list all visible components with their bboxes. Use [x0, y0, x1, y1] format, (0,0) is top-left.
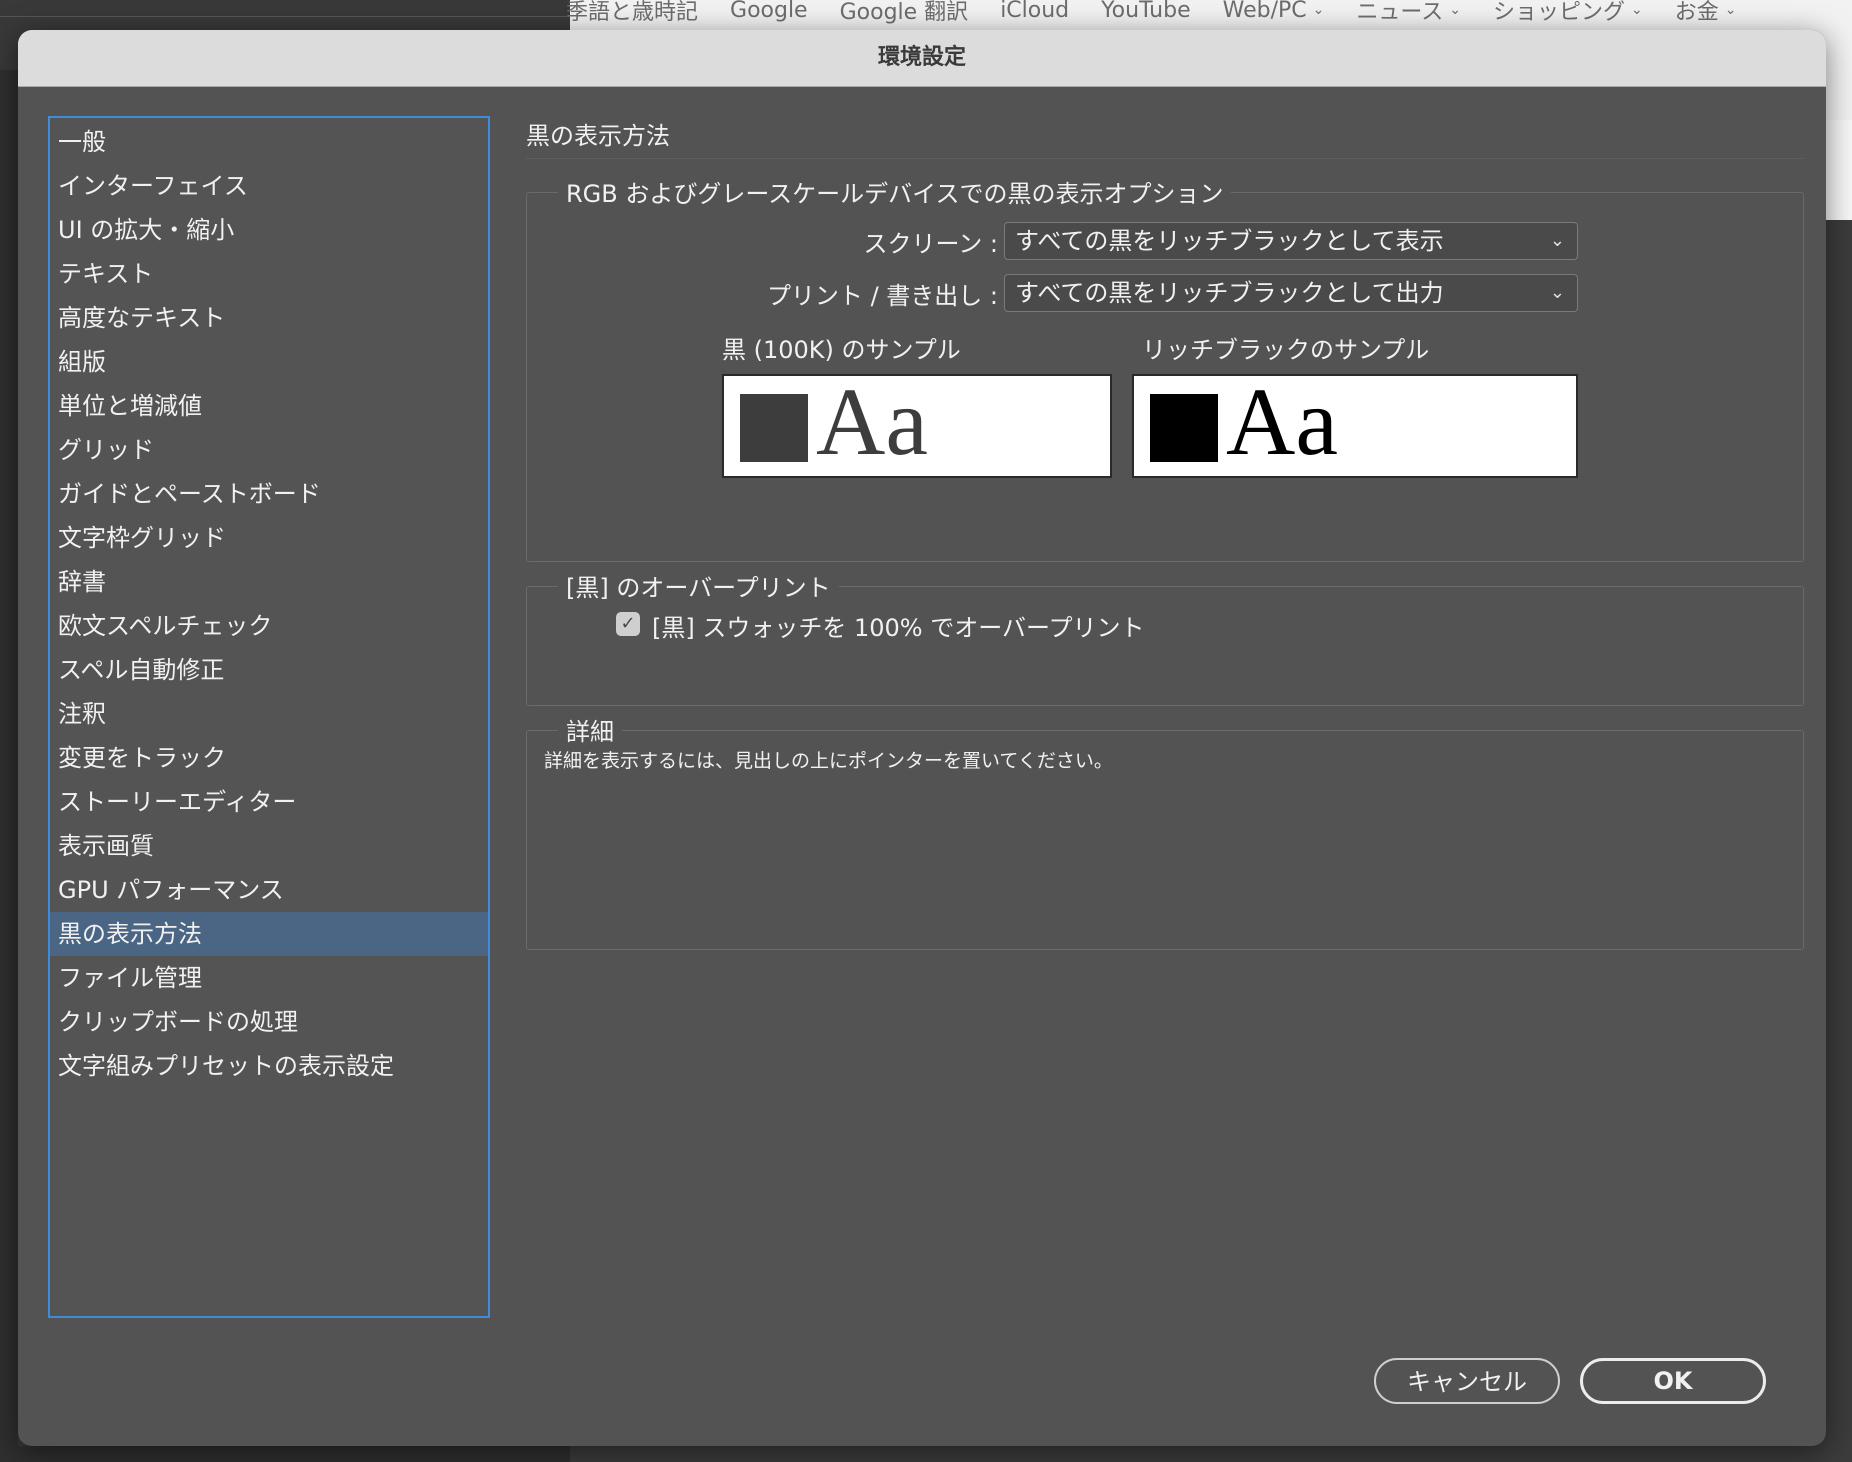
overprint-checkbox-label[interactable]: [黒] スウォッチを 100% でオーバープリント — [652, 608, 1145, 643]
category-item[interactable]: 一般 — [50, 120, 488, 164]
bookmark-label: Google 翻訳 — [839, 0, 969, 25]
chevron-down-icon: ⌄ — [1449, 2, 1462, 18]
category-list[interactable]: 一般 インターフェイス UI の拡大・縮小 テキスト 高度なテキスト 組版 単位と増減値 グリ… — [48, 116, 490, 1318]
category-item[interactable]: GPU パフォーマンス — [50, 868, 488, 912]
category-item[interactable]: ファイル管理 — [50, 956, 488, 1000]
screen-label: スクリーン : — [863, 230, 998, 258]
background-divider — [0, 16, 570, 17]
bookmark-item[interactable]: Web/PC ⌄ — [1223, 0, 1325, 26]
bookmark-item[interactable]: Google — [730, 0, 808, 26]
bookmark-item[interactable]: 季語と歳時記 — [566, 0, 698, 26]
screen-select[interactable]: すべての黒をリッチブラックとして表示 ⌄ — [1004, 222, 1578, 260]
black-100k-swatch — [740, 394, 808, 462]
print-export-select[interactable]: すべての黒をリッチブラックとして出力 ⌄ — [1004, 274, 1578, 312]
category-item[interactable]: 文字枠グリッド — [50, 516, 488, 560]
dialog-title[interactable]: 環境設定 — [18, 30, 1826, 87]
bookmark-item[interactable]: YouTube — [1101, 0, 1190, 26]
details-group-legend: 詳細 — [558, 712, 622, 747]
bookmark-item[interactable]: iCloud — [1000, 0, 1069, 26]
category-item[interactable]: クリップボードの処理 — [50, 1000, 488, 1044]
category-item[interactable]: 欧文スペルチェック — [50, 604, 488, 648]
checkmark-icon: ✓ — [620, 613, 636, 634]
bookmark-label: YouTube — [1101, 0, 1191, 23]
print-export-select-value: すべての黒をリッチブラックとして出力 — [1015, 279, 1444, 307]
chevron-down-icon: ⌄ — [1549, 282, 1565, 303]
chevron-down-icon: ⌄ — [1724, 2, 1737, 18]
overprint-checkbox[interactable]: ✓ — [616, 612, 640, 636]
sample-rich-black-preview: Aa — [1132, 370, 1578, 478]
background-bottom-bar — [0, 1446, 570, 1462]
bookmark-list: 季語と歳時記 Google Google 翻訳 iCloud YouTube Web/PC… — [566, 0, 1769, 26]
category-item[interactable]: 辞書 — [50, 560, 488, 604]
category-item[interactable]: ストーリーエディター — [50, 780, 488, 824]
category-item[interactable]: 注釈 — [50, 692, 488, 736]
bookmark-label: Web/PC — [1222, 0, 1307, 23]
cancel-button[interactable]: キャンセル — [1374, 1358, 1560, 1404]
overprint-group — [526, 586, 1804, 706]
pane-title: 黒の表示方法 — [526, 122, 670, 150]
bookmark-label: お金 — [1674, 0, 1719, 25]
category-item[interactable]: 黒の表示方法 — [50, 912, 488, 956]
category-item[interactable]: 高度なテキスト — [50, 296, 488, 340]
category-item[interactable]: UI の拡大・縮小 — [50, 208, 488, 252]
sample-100k-preview: Aa — [722, 370, 1112, 478]
category-item[interactable]: スペル自動修正 — [50, 648, 488, 692]
category-item[interactable]: ガイドとペーストボード — [50, 472, 488, 516]
details-text: 詳細を表示するには、見出しの上にポインターを置いてください。 — [544, 750, 1113, 772]
chevron-down-icon: ⌄ — [1312, 2, 1325, 18]
bookmark-label: iCloud — [1000, 0, 1070, 23]
category-item[interactable]: 表示画質 — [50, 824, 488, 868]
bookmark-label: ニュース — [1356, 0, 1444, 25]
sample-100k-label: 黒 (100K) のサンプル — [722, 336, 961, 364]
sample-100k-text: Aa — [816, 368, 928, 475]
rich-black-swatch — [1150, 394, 1218, 462]
bookmark-item[interactable]: ニュース ⌄ — [1356, 0, 1461, 26]
print-export-label: プリント / 書き出し : — [766, 282, 998, 310]
sample-rich-black-text: Aa — [1226, 368, 1338, 475]
background-side-panel — [0, 70, 18, 1462]
category-item[interactable]: 変更をトラック — [50, 736, 488, 780]
category-item[interactable]: 組版 — [50, 340, 488, 384]
screen-select-value: すべての黒をリッチブラックとして表示 — [1015, 227, 1444, 255]
bookmark-label: ショッピング — [1493, 0, 1626, 25]
category-items: 一般 インターフェイス UI の拡大・縮小 テキスト 高度なテキスト 組版 単位と増減値 グリ… — [50, 120, 488, 1088]
pane-title-divider — [526, 158, 1804, 159]
chevron-down-icon: ⌄ — [1549, 230, 1565, 251]
overprint-group-legend: [黒] のオーバープリント — [558, 568, 839, 603]
bookmark-item[interactable]: ショッピング ⌄ — [1493, 0, 1643, 26]
chevron-down-icon: ⌄ — [1631, 2, 1643, 18]
category-item[interactable]: 文字組みプリセットの表示設定 — [50, 1044, 488, 1088]
category-item[interactable]: グリッド — [50, 428, 488, 472]
bookmark-item[interactable]: Google 翻訳 — [840, 0, 969, 26]
category-item[interactable]: 単位と増減値 — [50, 384, 488, 428]
bookmark-item[interactable]: お金 ⌄ — [1675, 0, 1737, 26]
category-item[interactable]: テキスト — [50, 252, 488, 296]
rgb-group-legend: RGB およびグレースケールデバイスでの黒の表示オプション — [558, 174, 1232, 209]
sample-rich-black-label: リッチブラックのサンプル — [1142, 336, 1430, 364]
preferences-dialog: 環境設定 一般 インターフェイス UI の拡大・縮小 テキスト 高度なテキスト 組版 単位と… — [18, 30, 1826, 1446]
bookmark-label: 季語と歳時記 — [566, 0, 699, 25]
category-item[interactable]: インターフェイス — [50, 164, 488, 208]
ok-button[interactable]: OK — [1580, 1358, 1766, 1404]
bookmark-label: Google — [730, 0, 808, 23]
